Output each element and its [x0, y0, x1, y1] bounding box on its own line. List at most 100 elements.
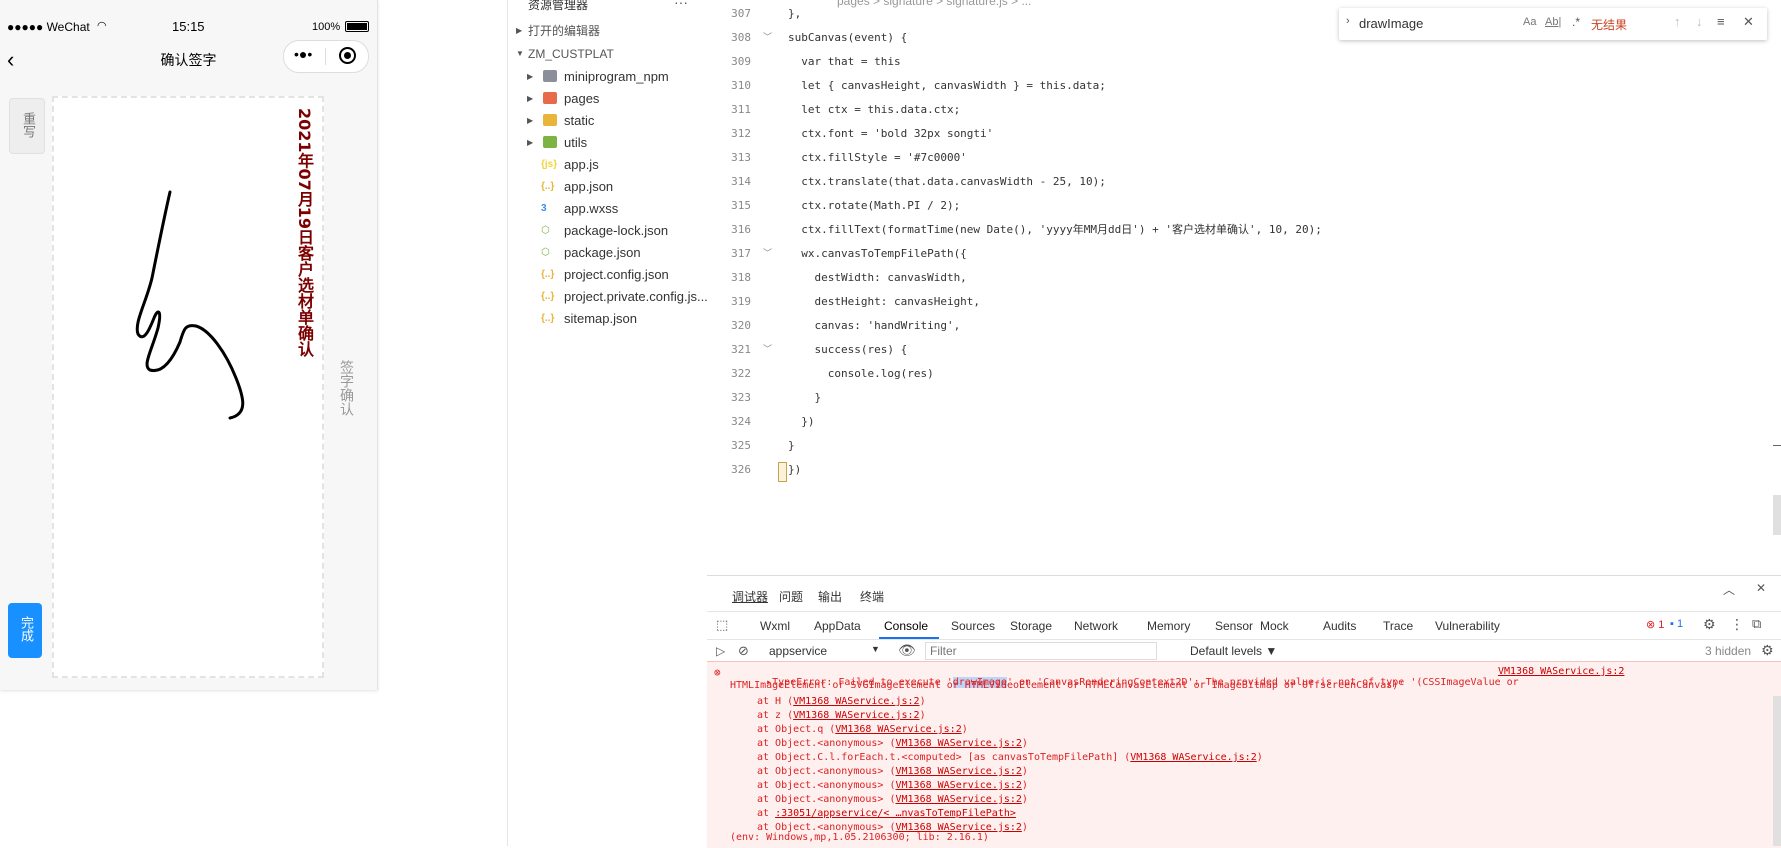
file-item[interactable]: {..} project.config.json	[508, 264, 708, 286]
error-count-badge[interactable]: ⊗ 1	[1646, 618, 1664, 631]
devtools-top-tab[interactable]: 调试器	[732, 584, 768, 610]
stack-frame-link[interactable]: VM1368 WAService.js:2	[793, 696, 919, 707]
confirm-signature-label[interactable]: 签字确认	[337, 360, 357, 416]
close-miniprogram-icon[interactable]	[339, 47, 356, 64]
done-button[interactable]: 完成	[8, 603, 42, 658]
code-line[interactable]: 315 ctx.rotate(Math.PI / 2);	[707, 194, 1781, 218]
stack-frame-link[interactable]: VM1368 WAService.js:2	[895, 766, 1021, 777]
panel-tab[interactable]: Storage	[1010, 614, 1052, 638]
file-item[interactable]: {..} app.json	[508, 176, 708, 198]
stack-frame-link[interactable]: VM1368 WAService.js:2	[793, 710, 919, 721]
arrow-up-icon[interactable]: ↑	[1674, 14, 1681, 29]
code-line[interactable]: 311 let ctx = this.data.ctx;	[707, 98, 1781, 122]
file-item[interactable]: {js} app.js	[508, 154, 708, 176]
code-text: var that = this	[788, 55, 901, 68]
wifi-icon: ◠	[97, 20, 107, 32]
code-line[interactable]: 310 let { canvasHeight, canvasWidth } = …	[707, 74, 1781, 98]
eye-icon[interactable]: 👁	[898, 642, 916, 659]
folder-item[interactable]: ▶ miniprogram_npm	[508, 66, 708, 88]
stack-frame-link[interactable]: VM1368 WAService.js:2	[835, 724, 961, 735]
stack-frame-link[interactable]: VM1368 WAService.js:2	[895, 780, 1021, 791]
panel-tab[interactable]: Wxml	[760, 614, 790, 638]
code-line[interactable]: 318 destWidth: canvasWidth,	[707, 266, 1781, 290]
code-line[interactable]: 319 destHeight: canvasHeight,	[707, 290, 1781, 314]
panel-tab[interactable]: Network	[1074, 614, 1118, 638]
context-select[interactable]: appservice ▼	[761, 642, 883, 660]
panel-tab[interactable]: AppData	[814, 614, 861, 638]
folder-item[interactable]: ▶ static	[508, 110, 708, 132]
panel-tab[interactable]: Console	[884, 614, 928, 638]
code-line[interactable]: 322 console.log(res)	[707, 362, 1781, 386]
clear-console-icon[interactable]: ⊘	[738, 643, 749, 659]
code-line[interactable]: 312 ctx.font = 'bold 32px songti'	[707, 122, 1781, 146]
code-line[interactable]: 314 ctx.translate(that.data.canvasWidth …	[707, 170, 1781, 194]
panel-tab[interactable]: Trace	[1383, 614, 1413, 638]
file-item[interactable]: ⬡ package-lock.json	[508, 220, 708, 242]
explorer-more-icon[interactable]: ···	[674, 0, 688, 10]
code-line[interactable]: 326})	[707, 458, 1781, 482]
chevron-right-icon: ▶	[527, 116, 534, 125]
find-input[interactable]: drawImage	[1359, 16, 1423, 31]
code-line[interactable]: 321 ﹀ success(res) {	[707, 338, 1781, 362]
devtools-top-tab[interactable]: 问题	[779, 584, 803, 610]
code-text: },	[788, 7, 802, 20]
more-dots-icon[interactable]: •●•	[294, 46, 312, 62]
fold-chevron-icon[interactable]: ﹀	[763, 338, 772, 362]
file-item[interactable]: 3 app.wxss	[508, 198, 708, 220]
collapse-panel-icon[interactable]: ︿	[1723, 581, 1735, 598]
devtools-top-tab[interactable]: 输出	[818, 584, 842, 610]
stack-frame-link[interactable]: VM1368 WAService.js:2	[1130, 752, 1256, 763]
log-levels-select[interactable]: Default levels ▼	[1190, 644, 1277, 658]
project-root[interactable]: ▼ ZM_CUSTPLAT	[508, 43, 708, 65]
match-case-icon[interactable]: Aa	[1523, 16, 1536, 28]
regex-icon[interactable]: .*	[1572, 15, 1580, 29]
stack-frame-link[interactable]: VM1368 WAService.js:2	[895, 738, 1021, 749]
stack-frame-link[interactable]: :33051/appservice/< …nvasToTempFilePath>	[775, 808, 1016, 819]
panel-tab[interactable]: Audits	[1323, 614, 1356, 638]
close-panel-icon[interactable]: ✕	[1756, 581, 1766, 595]
code-line[interactable]: 316 ctx.fillText(formatTime(new Date(), …	[707, 218, 1781, 242]
sidebar-toggle-icon[interactable]: ▷	[716, 644, 725, 658]
error-source-link[interactable]: VM1368 WAService.js:2	[1498, 666, 1624, 677]
find-in-selection-icon[interactable]: ≡	[1717, 14, 1725, 29]
stack-frame-link[interactable]: VM1368 WAService.js:2	[895, 794, 1021, 805]
kebab-menu-icon[interactable]: ⋮	[1730, 616, 1744, 633]
panel-tab[interactable]: Memory	[1147, 614, 1190, 638]
file-item[interactable]: ⬡ package.json	[508, 242, 708, 264]
chevron-right-icon: ▶	[516, 26, 523, 35]
scrollbar-thumb[interactable]	[1773, 495, 1781, 535]
code-line[interactable]: 325}	[707, 434, 1781, 458]
code-line[interactable]: 313 ctx.fillStyle = '#7c0000'	[707, 146, 1781, 170]
close-icon[interactable]: ✕	[1743, 14, 1754, 30]
code-line[interactable]: 320 canvas: 'handWriting',	[707, 314, 1781, 338]
signature-canvas[interactable]: 2021年07月19日客户选材单确认	[52, 96, 324, 678]
console-scrollbar[interactable]	[1773, 696, 1781, 846]
gear-icon[interactable]: ⚙	[1703, 616, 1716, 633]
folder-item[interactable]: ▶ utils	[508, 132, 708, 154]
devtools-top-tab[interactable]: 终端	[860, 584, 884, 610]
dock-side-icon[interactable]: ⧉	[1752, 616, 1761, 632]
rewrite-button[interactable]: 重写	[9, 98, 45, 154]
code-line[interactable]: 324 })	[707, 410, 1781, 434]
panel-tab[interactable]: Vulnerability	[1435, 614, 1500, 638]
arrow-down-icon[interactable]: ↓	[1696, 14, 1703, 29]
console-settings-icon[interactable]: ⚙	[1761, 642, 1774, 659]
expand-replace-icon[interactable]: ›	[1346, 15, 1350, 27]
message-count-badge[interactable]: ▪ 1	[1670, 618, 1683, 630]
code-line[interactable]: 309 var that = this	[707, 50, 1781, 74]
fold-chevron-icon[interactable]: ﹀	[763, 26, 772, 50]
whole-word-icon[interactable]: Ab|	[1545, 16, 1561, 28]
file-item[interactable]: {..} sitemap.json	[508, 308, 708, 330]
panel-tab[interactable]: Sensor	[1215, 614, 1253, 638]
panel-tab[interactable]: Mock	[1260, 614, 1289, 638]
panel-tab[interactable]: Sources	[951, 614, 995, 638]
code-line[interactable]: 323 }	[707, 386, 1781, 410]
inspect-element-icon[interactable]: ⬚	[716, 617, 728, 633]
tree-item-label: sitemap.json	[564, 311, 637, 326]
open-editors-section[interactable]: ▶ 打开的编辑器	[508, 20, 708, 42]
console-filter-input[interactable]	[925, 642, 1157, 660]
folder-item[interactable]: ▶ pages	[508, 88, 708, 110]
code-line[interactable]: 317 ﹀ wx.canvasToTempFilePath({	[707, 242, 1781, 266]
fold-chevron-icon[interactable]: ﹀	[763, 242, 772, 266]
file-item[interactable]: {..} project.private.config.js...	[508, 286, 708, 308]
